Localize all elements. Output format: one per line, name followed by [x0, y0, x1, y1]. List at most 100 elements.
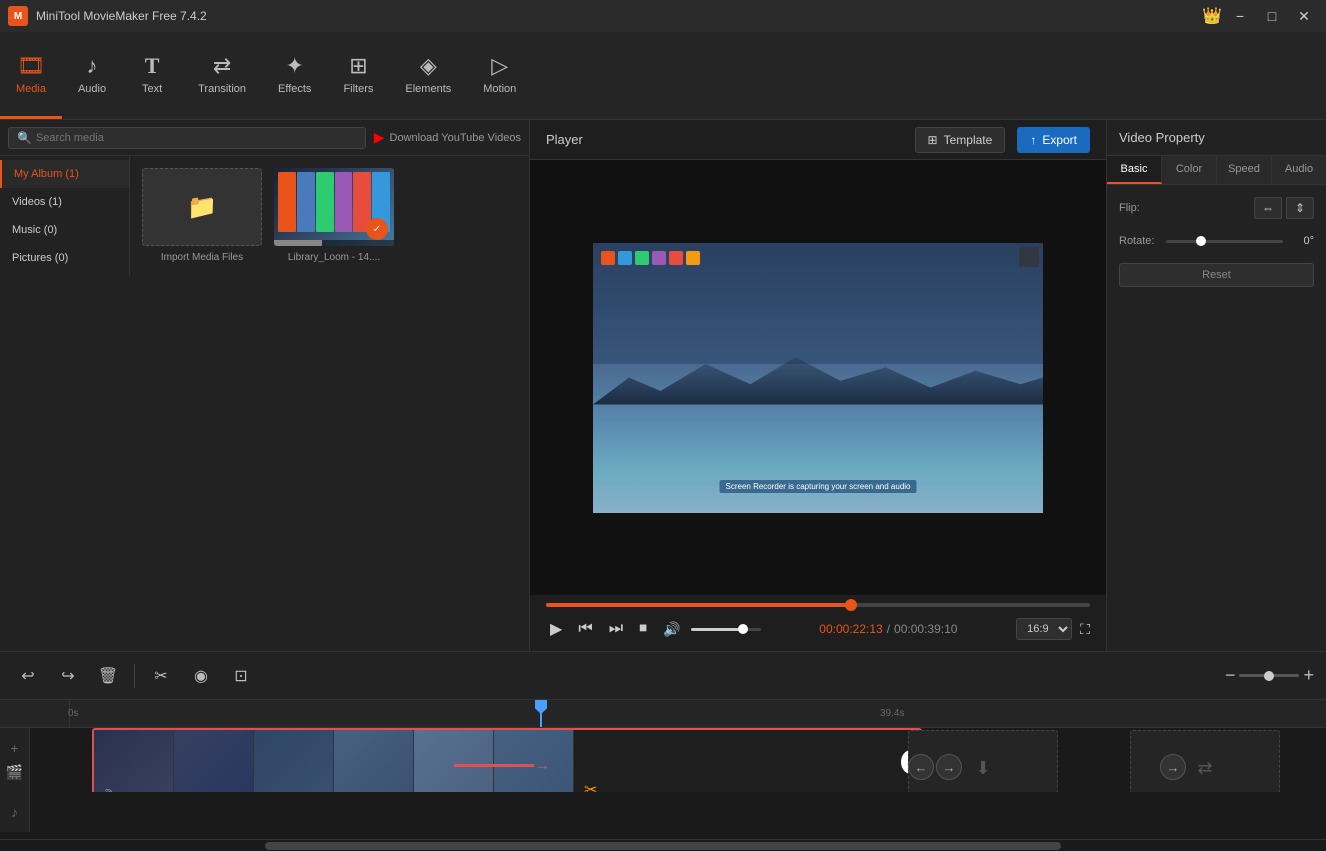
album-item-myalbum[interactable]: My Album (1): [0, 160, 129, 188]
add-track-icon[interactable]: +: [10, 740, 18, 756]
title-bar-controls: 👑 − □ ✕: [1202, 6, 1318, 26]
toolbar-item-motion[interactable]: ▷ Motion: [467, 32, 532, 119]
timeline: 0s 39.4s + 🎬 39.4s: [0, 699, 1326, 839]
reset-button[interactable]: Reset: [1119, 263, 1314, 287]
zoom-handle[interactable]: [1264, 671, 1274, 681]
stop-button[interactable]: ⏹: [635, 616, 651, 642]
toolbar-item-audio[interactable]: ♪ Audio: [62, 32, 122, 119]
playhead-marker: [535, 700, 547, 714]
video-frame-2: [174, 730, 254, 792]
timeline-start-time: 0s: [68, 708, 79, 719]
toolbar-item-media[interactable]: 🎞 Media: [0, 32, 62, 119]
download-youtube-button[interactable]: ▶ Download YouTube Videos: [374, 129, 521, 146]
toolbar-item-elements[interactable]: ◈ Elements: [389, 32, 467, 119]
video-frame-1: [94, 730, 174, 792]
scrollbar-thumb[interactable]: [265, 842, 1061, 850]
export-label: Export: [1042, 133, 1077, 147]
flip-horizontal-button[interactable]: ⇔: [1254, 197, 1282, 219]
timeline-playhead[interactable]: [540, 700, 542, 727]
fullscreen-button[interactable]: ⛶: [1080, 621, 1090, 638]
video-progress-fill: [274, 240, 322, 246]
progress-bar[interactable]: [546, 603, 1090, 607]
zoom-out-button[interactable]: −: [1225, 665, 1236, 686]
toolbar-label-motion: Motion: [483, 83, 516, 95]
toolbar-separator-1: [134, 664, 135, 688]
cut-button[interactable]: ✂: [145, 662, 177, 690]
template-button[interactable]: ⊞ Template: [915, 127, 1006, 153]
rotate-slider[interactable]: [1166, 240, 1283, 243]
youtube-icon: ▶: [374, 129, 385, 146]
horizontal-scrollbar[interactable]: [0, 839, 1326, 851]
crop-button[interactable]: ⊡: [225, 662, 257, 690]
track-arrow-right[interactable]: →: [936, 754, 962, 780]
album-item-music[interactable]: Music (0): [0, 216, 129, 244]
track-arrows: ← →: [908, 754, 962, 780]
video-track[interactable]: 39.4s → 🔊 ✂: [92, 728, 922, 792]
track-arrow-right2: →: [1160, 754, 1186, 780]
scissors-icon: ✂: [584, 780, 597, 792]
rotate-handle[interactable]: [1196, 236, 1206, 246]
undo-button[interactable]: ↩: [12, 662, 44, 690]
redo-button[interactable]: ↪: [52, 662, 84, 690]
title-bar-left: M MiniTool MovieMaker Free 7.4.2: [8, 6, 207, 26]
search-icon: 🔍: [17, 131, 32, 145]
time-display-group: 00:00:22:13 / 00:00:39:10: [819, 622, 957, 636]
right-panel: Video Property Basic Color Speed Audio F…: [1106, 120, 1326, 651]
video-container: Screen Recorder is capturing your screen…: [530, 160, 1106, 595]
total-time: 00:00:39:10: [894, 622, 957, 636]
crown-icon[interactable]: 👑: [1202, 6, 1222, 26]
aspect-ratio-select[interactable]: 16:9 9:16 1:1 4:3: [1016, 618, 1072, 640]
video-progress-bar: [274, 240, 394, 246]
close-button[interactable]: ✕: [1290, 6, 1318, 26]
minimize-button[interactable]: −: [1226, 6, 1254, 26]
player-actions: ⊞ Template ↑ Export: [915, 127, 1090, 153]
audio-track-content: [30, 792, 1326, 832]
volume-slider[interactable]: [691, 628, 761, 631]
video-media-tile[interactable]: ✓ Library_Loom - 14....: [274, 168, 394, 263]
zoom-slider[interactable]: [1239, 674, 1299, 677]
album-item-pictures[interactable]: Pictures (0): [0, 244, 129, 272]
audio-track-label-area: ♪: [0, 792, 30, 832]
app-icon: M: [8, 6, 28, 26]
main-area: 🔍 ▶ Download YouTube Videos My Album (1)…: [0, 120, 1326, 651]
volume-handle[interactable]: [738, 624, 748, 634]
flip-vertical-button[interactable]: ⇕: [1286, 197, 1314, 219]
video-thumb-box[interactable]: ✓: [274, 168, 394, 246]
track-arrow-right2[interactable]: →: [1160, 754, 1186, 780]
search-input[interactable]: [36, 132, 357, 144]
toolbar-label-transition: Transition: [198, 83, 246, 95]
tab-basic[interactable]: Basic: [1107, 156, 1162, 184]
mute-button[interactable]: 🔊: [659, 617, 684, 642]
toolbar-item-effects[interactable]: ✦ Effects: [262, 32, 327, 119]
prev-button[interactable]: ⏮: [574, 616, 596, 642]
album-item-videos[interactable]: Videos (1): [0, 188, 129, 216]
left-panel: 🔍 ▶ Download YouTube Videos My Album (1)…: [0, 120, 530, 651]
filters-icon: ⊞: [349, 53, 367, 79]
import-media-box[interactable]: 📁: [142, 168, 262, 246]
detach-audio-button[interactable]: ◉: [185, 662, 217, 690]
zoom-controls: − +: [1225, 665, 1314, 686]
play-button[interactable]: ▶: [546, 615, 566, 643]
maximize-button[interactable]: □: [1258, 6, 1286, 26]
toolbar-item-transition[interactable]: ⇄ Transition: [182, 32, 262, 119]
playback-controls: ▶ ⏮ ⏭ ⏹ 🔊: [546, 615, 761, 643]
flip-row: Flip: ⇔ ⇕: [1119, 197, 1314, 219]
progress-handle[interactable]: [845, 599, 857, 611]
toolbar-item-filters[interactable]: ⊞ Filters: [327, 32, 389, 119]
zoom-in-button[interactable]: +: [1303, 665, 1314, 686]
export-button[interactable]: ↑ Export: [1017, 127, 1090, 153]
track-arrow-left[interactable]: ←: [908, 754, 934, 780]
audio-track-row: ♪: [0, 792, 1326, 832]
video-track-inner: →: [94, 730, 920, 792]
toolbar-item-text[interactable]: T Text: [122, 32, 182, 119]
title-bar-title: MiniTool MovieMaker Free 7.4.2: [36, 9, 207, 23]
template-label: Template: [944, 133, 993, 147]
next-button[interactable]: ⏭: [605, 616, 627, 642]
video-check-icon: ✓: [366, 218, 388, 240]
delete-button[interactable]: 🗑: [92, 662, 124, 690]
tab-speed[interactable]: Speed: [1217, 156, 1272, 184]
tab-audio[interactable]: Audio: [1272, 156, 1326, 184]
import-media-tile[interactable]: 📁 Import Media Files: [142, 168, 262, 263]
tab-color[interactable]: Color: [1162, 156, 1217, 184]
search-box[interactable]: 🔍: [8, 127, 366, 149]
